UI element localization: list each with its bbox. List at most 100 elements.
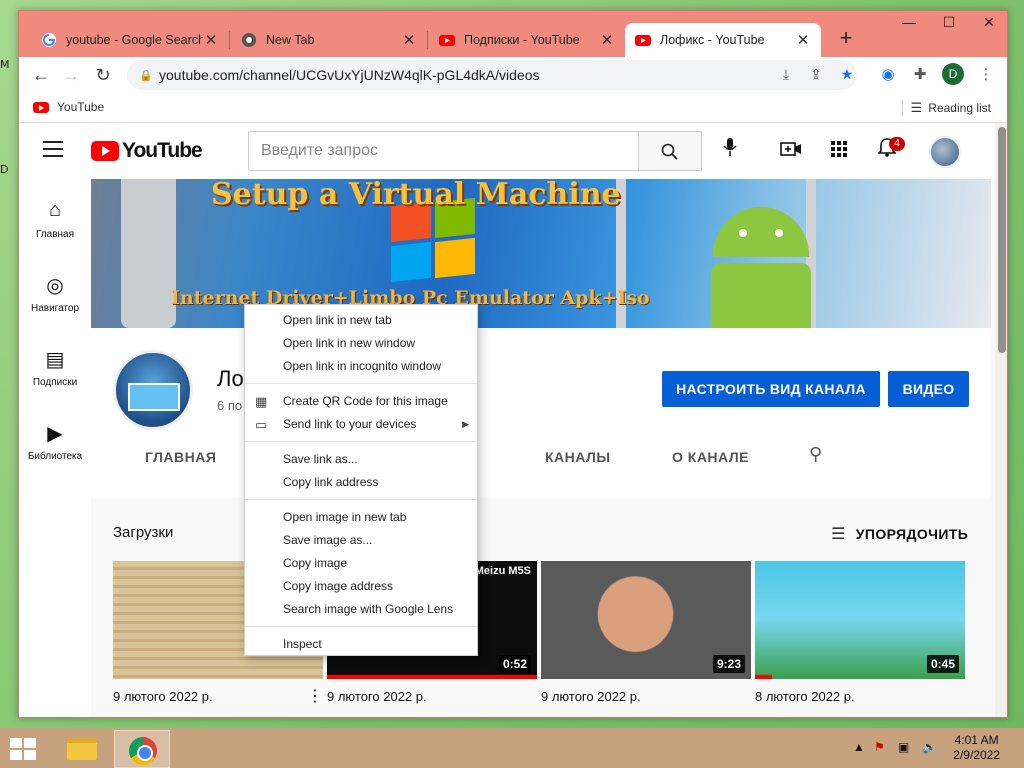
menu-item-open-image-new-tab[interactable]: Open image in new tab <box>245 506 477 529</box>
minimize-button[interactable]: — <box>889 11 929 37</box>
tab-close-icon[interactable]: ✕ <box>203 31 219 49</box>
tab-google-search[interactable]: youtube - Google Search ✕ <box>31 23 229 57</box>
tab-close-icon[interactable]: ✕ <box>599 31 615 49</box>
address-bar[interactable]: 🔒 youtube.com/channel/UCGvUxYjUNzW4qlK-p… <box>127 60 857 90</box>
customize-channel-button[interactable]: НАСТРОИТЬ ВИД КАНАЛА <box>662 371 880 407</box>
video-thumbnail[interactable]: 0:45 <box>755 561 965 679</box>
page-scrollbar[interactable] <box>995 123 1007 717</box>
channel-avatar[interactable] <box>113 350 193 430</box>
taskbar-file-explorer[interactable] <box>54 730 110 768</box>
menu-item-save-link-as[interactable]: Save link as... <box>245 448 477 471</box>
tab-active-channel[interactable]: Лофикс - YouTube ✕ <box>625 23 821 57</box>
reading-list-button[interactable]: ☰ Reading list <box>901 100 991 116</box>
tab-new-tab[interactable]: New Tab ✕ <box>231 23 427 57</box>
forward-arrow-icon[interactable]: → <box>57 61 85 89</box>
menu-item-label: Send link to your devices <box>283 417 417 431</box>
menu-item-open-link-incognito[interactable]: Open link in incognito window <box>245 355 477 378</box>
video-duration: 0:45 <box>926 655 959 673</box>
sidebar-item-library[interactable]: ▶ Библиотека <box>19 421 91 462</box>
menu-hamburger-icon[interactable] <box>43 141 63 157</box>
action-center-flag-icon[interactable]: ⚑ <box>874 740 885 754</box>
tab-close-icon[interactable]: ✕ <box>401 31 417 49</box>
youtube-logo[interactable]: YouTube <box>91 139 203 163</box>
user-avatar[interactable] <box>929 136 961 168</box>
search-button[interactable] <box>638 131 702 171</box>
channel-subscribers: 6 по <box>217 398 243 413</box>
library-icon: ▶ <box>47 423 63 445</box>
microphone-icon[interactable] <box>716 137 744 165</box>
menu-item-inspect[interactable]: Inspect <box>245 633 477 656</box>
youtube-icon <box>439 35 455 46</box>
sidebar-item-explore[interactable]: ◎ Навигатор <box>19 273 91 314</box>
close-window-button[interactable]: ✕ <box>969 11 1007 37</box>
maximize-button[interactable]: ☐ <box>929 11 969 37</box>
search-placeholder: Введите запрос <box>261 142 378 159</box>
sidebar-item-label: Библиотека <box>27 451 83 462</box>
start-windows-icon[interactable] <box>10 738 36 760</box>
menu-item-copy-link-address[interactable]: Copy link address <box>245 471 477 494</box>
video-thumbnail[interactable]: 9:23 <box>541 561 751 679</box>
manage-videos-button[interactable]: ВИДЕО <box>888 371 969 407</box>
menu-divider <box>245 441 477 442</box>
menu-divider <box>245 626 477 627</box>
bookmark-star-icon[interactable]: ★ <box>837 66 857 86</box>
sort-icon: ☰ <box>831 526 846 543</box>
youtube-page: YouTube Введите запрос 4 ⌂ Главная ◎ Нав… <box>19 123 995 717</box>
extension-icon[interactable]: ◉ <box>877 64 899 86</box>
sort-label: УПОРЯДОЧИТЬ <box>855 526 969 542</box>
share-icon[interactable]: ⇪ <box>806 66 826 86</box>
menu-item-save-image-as[interactable]: Save image as... <box>245 529 477 552</box>
browser-window: youtube - Google Search ✕ New Tab ✕ Подп… <box>18 10 1008 718</box>
tab-home[interactable]: ГЛАВНАЯ <box>145 449 216 465</box>
sort-button[interactable]: ☰ УПОРЯДОЧИТЬ <box>831 524 968 544</box>
extensions-puzzle-icon[interactable]: ✚ <box>909 64 931 86</box>
menu-item-copy-image-address[interactable]: Copy image address <box>245 575 477 598</box>
taskbar-chrome[interactable] <box>114 730 170 768</box>
video-date: 9 лютого 2022 р. <box>541 689 641 704</box>
profile-avatar[interactable]: D <box>942 63 964 85</box>
bookmark-youtube[interactable]: YouTube <box>33 100 104 114</box>
menu-item-open-link-new-tab[interactable]: Open link in new tab <box>245 309 477 332</box>
youtube-icon <box>33 101 49 113</box>
menu-divider <box>245 499 477 500</box>
menu-divider <box>245 383 477 384</box>
video-date: 9 лютого 2022 р. <box>327 689 427 704</box>
windows-logo-graphic <box>391 197 481 284</box>
notification-count-badge: 4 <box>889 137 905 151</box>
install-app-icon[interactable]: ⤓ <box>776 66 796 86</box>
system-clock[interactable]: 4:01 AM 2/9/2022 <box>953 733 1000 763</box>
search-input[interactable]: Введите запрос <box>248 131 639 171</box>
devices-icon: ▭ <box>255 417 268 432</box>
new-tab-button[interactable]: + <box>834 25 858 51</box>
show-hidden-icons-icon[interactable]: ▲ <box>853 740 865 754</box>
menu-item-copy-image[interactable]: Copy image <box>245 552 477 575</box>
channel-search-icon[interactable]: ⚲ <box>809 444 822 465</box>
sidebar-item-subscriptions[interactable]: ▤ Подписки <box>19 347 91 388</box>
android-robot-graphic <box>701 187 821 328</box>
create-video-icon[interactable] <box>777 137 805 165</box>
uploads-heading[interactable]: Загрузки <box>113 524 173 541</box>
youtube-wordmark: YouTube <box>122 139 203 162</box>
video-duration: 0:52 <box>498 655 531 673</box>
menu-item-open-link-new-window[interactable]: Open link in new window <box>245 332 477 355</box>
scrollbar-thumb[interactable] <box>998 127 1006 353</box>
sidebar-item-label: Навигатор <box>30 303 80 314</box>
sidebar-item-label: Подписки <box>32 377 78 388</box>
back-arrow-icon[interactable]: ← <box>27 61 55 89</box>
watch-progress-bar <box>327 675 537 679</box>
sidebar-item-home[interactable]: ⌂ Главная <box>19 199 91 240</box>
tab-channels[interactable]: КАНАЛЫ <box>545 449 611 465</box>
tab-close-icon[interactable]: ✕ <box>795 31 811 49</box>
menu-item-create-qr-code[interactable]: ▦ Create QR Code for this image <box>245 390 477 413</box>
clock-date: 2/9/2022 <box>953 748 1000 762</box>
tab-subscriptions[interactable]: Подписки - YouTube ✕ <box>429 23 625 57</box>
volume-muted-icon[interactable]: 🔈 <box>922 740 937 754</box>
reload-icon[interactable]: ↻ <box>89 61 117 89</box>
network-icon[interactable]: ▣ <box>898 740 909 754</box>
apps-grid-icon[interactable] <box>825 137 853 165</box>
menu-item-search-google-lens[interactable]: Search image with Google Lens <box>245 598 477 621</box>
chrome-menu-icon[interactable]: ⋮ <box>975 64 997 86</box>
video-more-options-icon[interactable]: ⋮ <box>307 686 323 706</box>
tab-about[interactable]: О КАНАЛЕ <box>672 449 749 465</box>
menu-item-send-to-devices[interactable]: ▭ Send link to your devices ▶ <box>245 413 477 436</box>
